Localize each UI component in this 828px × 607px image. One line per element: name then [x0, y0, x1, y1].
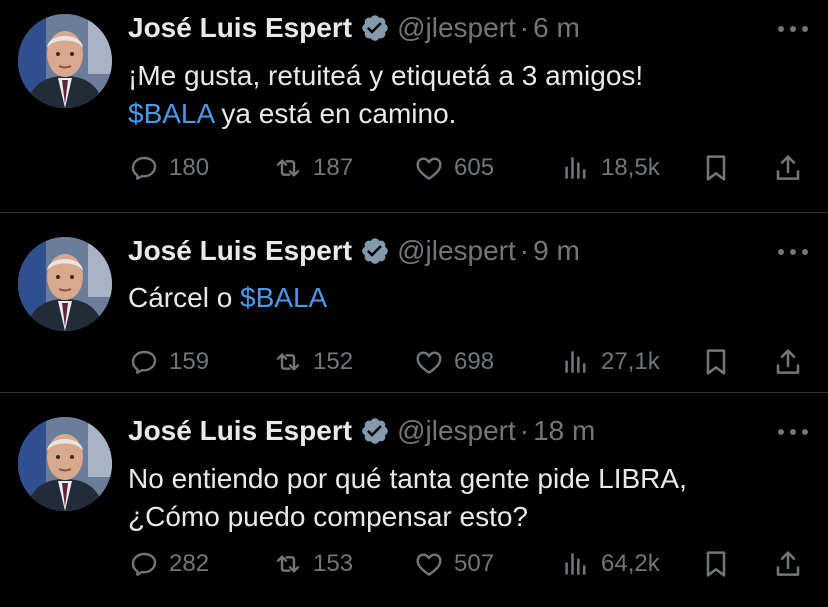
retweet-icon — [272, 346, 304, 378]
action-bar: 180 187 605 18,5k — [128, 151, 808, 185]
reply-count: 180 — [169, 154, 210, 181]
separator: · — [519, 235, 530, 266]
timestamp[interactable]: 9 m — [533, 235, 580, 267]
author-name[interactable]: José Luis Espert — [128, 415, 352, 447]
action-bar: 282 153 507 64,2k — [128, 547, 808, 581]
separator: · — [519, 12, 530, 43]
view-count: 64,2k — [601, 550, 660, 577]
bookmark-button[interactable] — [700, 345, 732, 379]
tweet-text-rest: ya está en camino. — [213, 98, 457, 129]
tweet-text-line: Cárcel o $BALA — [128, 279, 327, 317]
bookmark-icon — [700, 548, 732, 580]
tweet-header: José Luis Espert @jlespert · 6 m — [128, 11, 580, 45]
separator: · — [519, 415, 530, 446]
retweet-icon — [272, 548, 304, 580]
share-icon — [772, 548, 804, 580]
reply-button[interactable]: 282 — [128, 547, 209, 581]
tweet-text-pre: Cárcel o — [128, 282, 241, 313]
tweet[interactable]: José Luis Espert @jlespert · 18 m No ent… — [0, 393, 828, 607]
views-button[interactable]: 18,5k — [560, 151, 660, 185]
reply-button[interactable]: 159 — [128, 345, 209, 379]
bookmark-button[interactable] — [700, 151, 732, 185]
action-bar: 159 152 698 27,1k — [128, 345, 808, 379]
tweet-text-line: ¡Me gusta, retuiteá y etiquetá a 3 amigo… — [128, 60, 644, 91]
retweet-button[interactable]: 153 — [272, 547, 353, 581]
verified-badge-icon — [360, 13, 390, 43]
more-options-icon[interactable] — [778, 427, 808, 437]
reply-icon — [128, 346, 160, 378]
heart-icon — [413, 152, 445, 184]
bar-chart-icon — [560, 152, 592, 184]
avatar[interactable] — [18, 417, 112, 511]
like-count: 605 — [454, 154, 495, 181]
author-handle[interactable]: @jlespert — [397, 235, 516, 267]
tweet-text-line: No entiendo por qué tanta gente pide LIB… — [128, 463, 687, 494]
share-icon — [772, 346, 804, 378]
more-options-icon[interactable] — [778, 247, 808, 257]
retweet-button[interactable]: 152 — [272, 345, 353, 379]
like-count: 507 — [454, 550, 495, 577]
bookmark-icon — [700, 152, 732, 184]
like-count: 698 — [454, 348, 495, 375]
tweet[interactable]: José Luis Espert @jlespert · 6 m ¡Me gus… — [0, 0, 828, 213]
heart-icon — [413, 548, 445, 580]
avatar[interactable] — [18, 237, 112, 331]
heart-icon — [413, 346, 445, 378]
views-button[interactable]: 64,2k — [560, 547, 660, 581]
verified-badge-icon — [360, 236, 390, 266]
share-button[interactable] — [772, 345, 804, 379]
more-options-icon[interactable] — [778, 24, 808, 34]
tweet-text: No entiendo por qué tanta gente pide LIB… — [128, 460, 687, 536]
like-button[interactable]: 698 — [413, 345, 494, 379]
retweet-button[interactable]: 187 — [272, 151, 353, 185]
like-button[interactable]: 605 — [413, 151, 494, 185]
tweet-text-line: ¿Cómo puedo compensar esto? — [128, 501, 528, 532]
share-button[interactable] — [772, 547, 804, 581]
reply-icon — [128, 548, 160, 580]
bar-chart-icon — [560, 548, 592, 580]
like-button[interactable]: 507 — [413, 547, 494, 581]
share-icon — [772, 152, 804, 184]
cashtag-link[interactable]: $BALA — [128, 98, 214, 129]
tweet-header: José Luis Espert @jlespert · 18 m — [128, 414, 595, 448]
reply-icon — [128, 152, 160, 184]
verified-badge-icon — [360, 416, 390, 446]
retweet-count: 187 — [313, 154, 354, 181]
author-handle[interactable]: @jlespert — [397, 12, 516, 44]
tweet-text: Cárcel o $BALA — [128, 279, 327, 317]
reply-button[interactable]: 180 — [128, 151, 209, 185]
view-count: 18,5k — [601, 154, 660, 181]
reply-count: 282 — [169, 550, 210, 577]
tweet-text: ¡Me gusta, retuiteá y etiquetá a 3 amigo… — [128, 57, 643, 133]
view-count: 27,1k — [601, 348, 660, 375]
tweet-text-line: $BALA ya está en camino. — [128, 95, 643, 133]
avatar[interactable] — [18, 14, 112, 108]
bookmark-icon — [700, 346, 732, 378]
author-name[interactable]: José Luis Espert — [128, 235, 352, 267]
timestamp[interactable]: 18 m — [533, 415, 595, 447]
reply-count: 159 — [169, 348, 210, 375]
author-handle[interactable]: @jlespert — [397, 415, 516, 447]
retweet-count: 152 — [313, 348, 354, 375]
bar-chart-icon — [560, 346, 592, 378]
share-button[interactable] — [772, 151, 804, 185]
author-name[interactable]: José Luis Espert — [128, 12, 352, 44]
timestamp[interactable]: 6 m — [533, 12, 580, 44]
retweet-count: 153 — [313, 550, 354, 577]
cashtag-link[interactable]: $BALA — [240, 282, 327, 313]
tweet[interactable]: José Luis Espert @jlespert · 9 m Cárcel … — [0, 213, 828, 393]
bookmark-button[interactable] — [700, 547, 732, 581]
retweet-icon — [272, 152, 304, 184]
views-button[interactable]: 27,1k — [560, 345, 660, 379]
tweet-header: José Luis Espert @jlespert · 9 m — [128, 234, 580, 268]
